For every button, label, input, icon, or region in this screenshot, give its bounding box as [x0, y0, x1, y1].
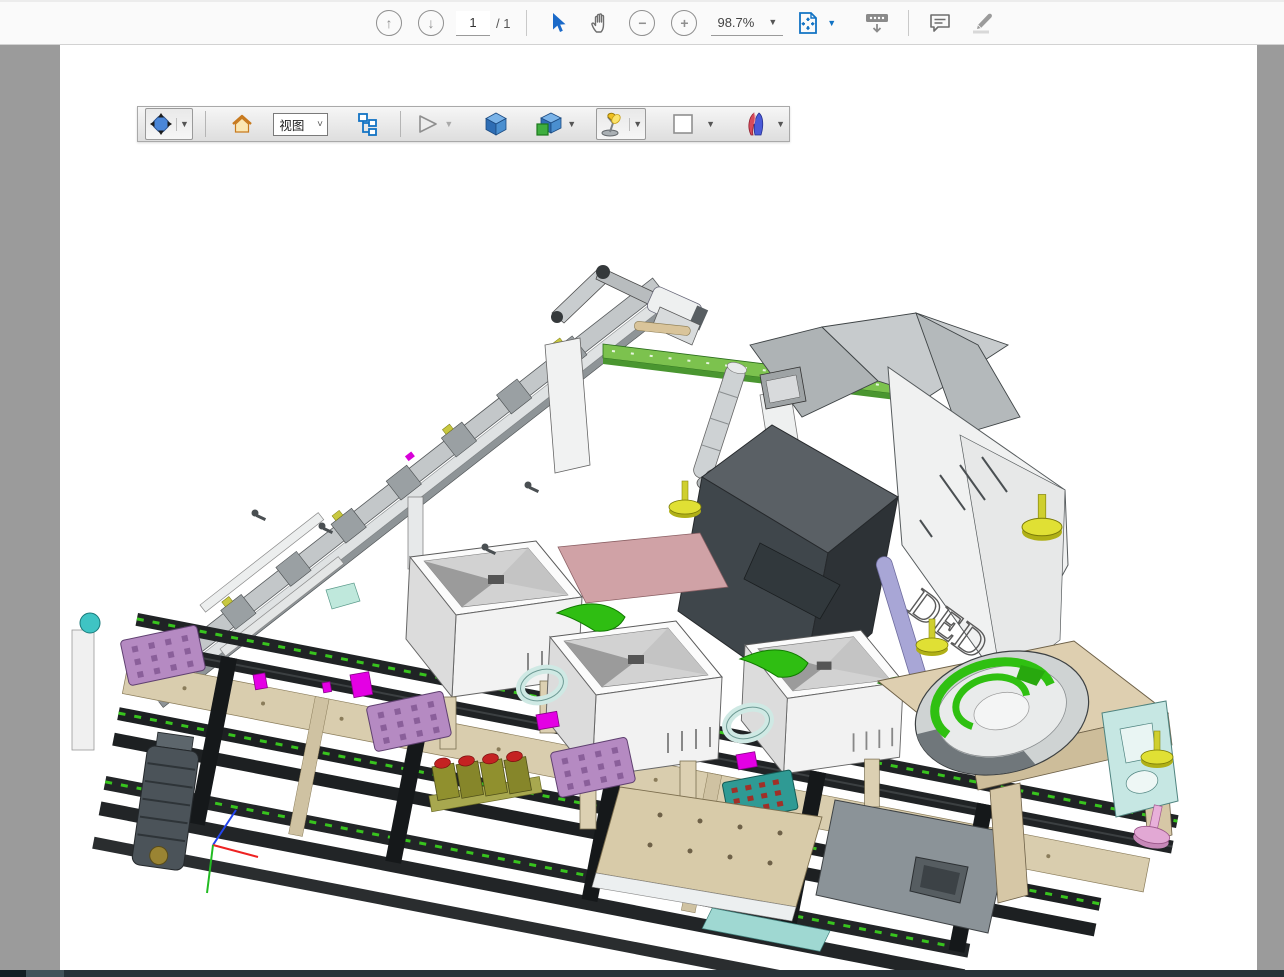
toolbar-divider — [526, 10, 527, 36]
select-cursor-icon — [548, 12, 568, 34]
gear-motor — [131, 731, 201, 871]
status-bar — [0, 970, 1284, 977]
hide-toolbar-icon — [864, 11, 890, 35]
highlight-button[interactable] — [965, 6, 999, 40]
minus-icon: − — [629, 10, 655, 36]
page-number-input-box — [456, 11, 490, 36]
plus-icon: + — [671, 10, 697, 36]
teal-motor — [80, 613, 100, 633]
select-tool-button[interactable] — [541, 6, 575, 40]
comment-icon — [928, 12, 952, 34]
highlighter-icon — [969, 11, 995, 35]
arrow-down-icon: ↓ — [418, 10, 444, 36]
hide-toolbar-button[interactable] — [860, 6, 894, 40]
fit-page-icon — [797, 11, 819, 35]
status-segment-light — [26, 970, 64, 977]
pdf-page: ▼ 视图 ˅ — [60, 45, 1257, 971]
comment-button[interactable] — [923, 6, 957, 40]
arrow-up-icon: ↑ — [376, 10, 402, 36]
hand-icon — [589, 12, 611, 34]
page-number-input[interactable] — [456, 14, 490, 31]
mint-bracket — [326, 583, 360, 609]
hand-tool-button[interactable] — [583, 6, 617, 40]
fit-page-button[interactable] — [793, 6, 823, 40]
next-page-button[interactable]: ↓ — [414, 6, 448, 40]
zoom-level-select[interactable]: 98.7% ▼ — [711, 11, 783, 36]
chevron-down-icon[interactable]: ▼ — [827, 19, 836, 28]
previous-page-button[interactable]: ↑ — [372, 6, 406, 40]
leveling-foot-yellow — [669, 481, 701, 518]
status-segment-dark — [0, 970, 26, 977]
zoom-in-button[interactable]: + — [667, 6, 701, 40]
zoom-out-button[interactable]: − — [625, 6, 659, 40]
pdf-viewer-window: ↑ ↓ / 1 − + — [0, 0, 1284, 977]
chevron-down-icon: ▼ — [768, 18, 777, 27]
axis-triad — [207, 810, 258, 893]
status-segment-main — [64, 970, 1284, 977]
cad-model-drawing[interactable]: DED — [60, 45, 1257, 971]
toolbar-divider — [908, 10, 909, 36]
zoom-level-value: 98.7% — [717, 15, 754, 30]
document-area: ▼ 视图 ˅ — [0, 45, 1284, 970]
page-total-label: / 1 — [496, 16, 510, 31]
viewer-toolbar: ↑ ↓ / 1 − + — [0, 0, 1284, 45]
